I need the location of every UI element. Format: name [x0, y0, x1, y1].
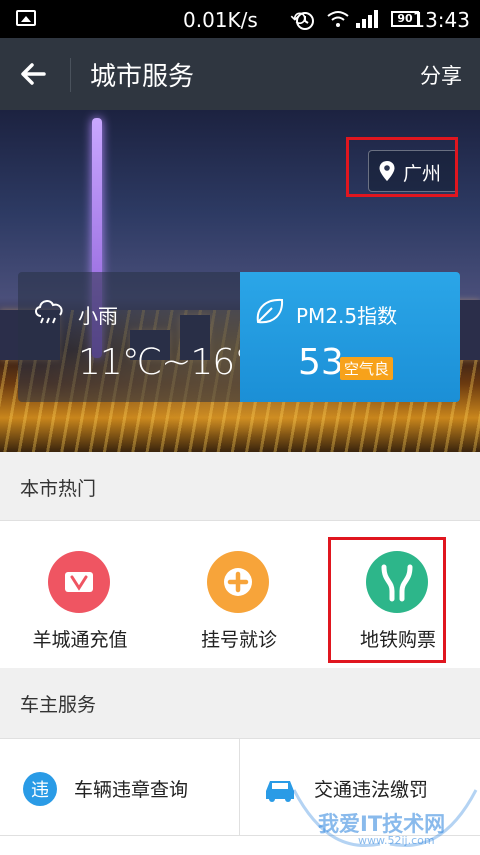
city-banner: 广州 小雨 11℃~16℃ PM2.5指数 53 空气良 [0, 110, 480, 452]
svg-text:违: 违 [31, 780, 49, 801]
air-quality-badge: 空气良 [340, 357, 394, 380]
share-button[interactable]: 分享 [420, 60, 462, 90]
page-title: 城市服务 [90, 62, 195, 92]
medical-cross-icon [207, 551, 269, 613]
leaf-icon [256, 298, 284, 324]
back-arrow-icon [21, 63, 46, 85]
service-yangchengtong[interactable]: 羊城通充值 [0, 521, 160, 669]
section-header-hot: 本市热门 [0, 452, 480, 520]
section-title-hot: 本市热门 [20, 478, 97, 500]
clock: 13:43 [412, 8, 470, 32]
service-label: 挂号就诊 [200, 629, 277, 651]
service-violation-query[interactable]: 违 车辆违章查询 [0, 739, 239, 835]
image-icon [16, 10, 36, 26]
highlight-box-city [346, 137, 458, 197]
app-header: 城市服务 分享 [0, 38, 480, 110]
watermark-url: www.52ij.com [358, 834, 435, 847]
service-label: 车辆违章查询 [74, 779, 189, 801]
back-button[interactable] [14, 54, 54, 94]
wifi-icon [327, 11, 349, 27]
section-title-car: 车主服务 [20, 694, 97, 716]
alarm-icon [296, 12, 314, 30]
pm25-value: 53 [298, 342, 344, 383]
service-label: 羊城通充值 [32, 629, 128, 651]
weather-description: 小雨 [78, 304, 118, 328]
pm25-label: PM2.5指数 [296, 304, 398, 328]
highlight-box-metro [328, 537, 446, 663]
signal-icon [356, 10, 378, 28]
service-hospital-registration[interactable]: 挂号就诊 [159, 521, 319, 669]
violation-icon: 违 [23, 772, 57, 806]
header-divider [70, 58, 71, 92]
pm25-card[interactable]: PM2.5指数 53 空气良 [240, 272, 460, 402]
rain-cloud-icon [35, 300, 63, 324]
watermark: 我爱IT技术网 www.52ij.com [290, 780, 480, 854]
section-header-car: 车主服务 [0, 668, 480, 738]
status-bar: 0.01K/s ⟲ 90 13:43 [0, 0, 480, 38]
v-card-icon [48, 551, 110, 613]
weather-card[interactable]: 小雨 11℃~16℃ [18, 272, 275, 402]
network-speed: 0.01K/s [183, 8, 258, 32]
